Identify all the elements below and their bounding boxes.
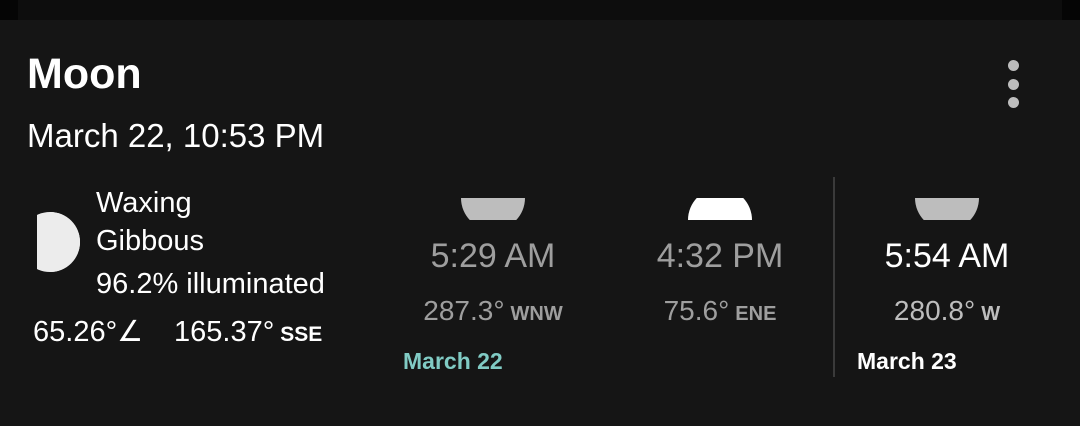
date-label-today: March 22 <box>403 348 503 374</box>
more-vert-icon-dot <box>1007 97 1019 108</box>
moonset-arc-icon <box>915 198 979 220</box>
event-time: 5:54 AM <box>884 237 1010 275</box>
more-vert-icon-dot <box>1007 78 1019 90</box>
event-azimuth: 75.6° <box>663 295 730 326</box>
moonrise-arc-icon <box>688 198 752 220</box>
event-time: 5:29 AM <box>430 237 556 275</box>
moonset-event-today: 5:29 AM 287.3° WNW <box>393 198 593 325</box>
illumination-text: 96.2% illuminated <box>96 268 325 300</box>
event-azimuth-readout: 287.3° WNW <box>393 297 593 325</box>
azimuth-value: 165.37° <box>174 316 275 348</box>
event-time: 4:32 PM <box>656 237 784 275</box>
top-strip-edge-right <box>1062 0 1080 20</box>
altitude-value: 65.26°∠ <box>33 316 144 348</box>
azimuth-readout: 165.37° SSE <box>174 318 322 347</box>
azimuth-direction: SSE <box>280 323 323 346</box>
phase-name-line1: Waxing <box>96 187 192 219</box>
event-azimuth-readout: 75.6° ENE <box>620 297 820 325</box>
event-azimuth: 287.3° <box>423 295 505 326</box>
event-direction: W <box>981 303 1001 325</box>
moon-phase-icon <box>33 211 80 273</box>
event-direction: ENE <box>735 303 777 325</box>
moon-card[interactable]: Moon March 22, 10:53 PM Waxing Gibbous 9… <box>0 20 1080 426</box>
date-label-tomorrow: March 23 <box>857 348 957 374</box>
card-title: Moon <box>27 50 142 98</box>
event-direction: WNW <box>510 303 563 325</box>
more-vert-icon <box>1007 60 1019 71</box>
top-strip-edge-left <box>0 0 18 20</box>
card-datetime: March 22, 10:53 PM <box>27 117 325 154</box>
moonrise-event-today: 4:32 PM 75.6° ENE <box>620 198 820 325</box>
top-strip <box>0 0 1080 20</box>
event-azimuth: 280.8° <box>893 295 976 326</box>
event-azimuth-readout: 280.8° W <box>847 297 1047 325</box>
phase-name-line2: Gibbous <box>96 225 205 257</box>
more-options-button[interactable] <box>996 60 1030 108</box>
moonset-arc-icon <box>461 198 525 220</box>
day-divider <box>833 177 835 377</box>
moonset-event-tomorrow: 5:54 AM 280.8° W <box>847 198 1047 325</box>
